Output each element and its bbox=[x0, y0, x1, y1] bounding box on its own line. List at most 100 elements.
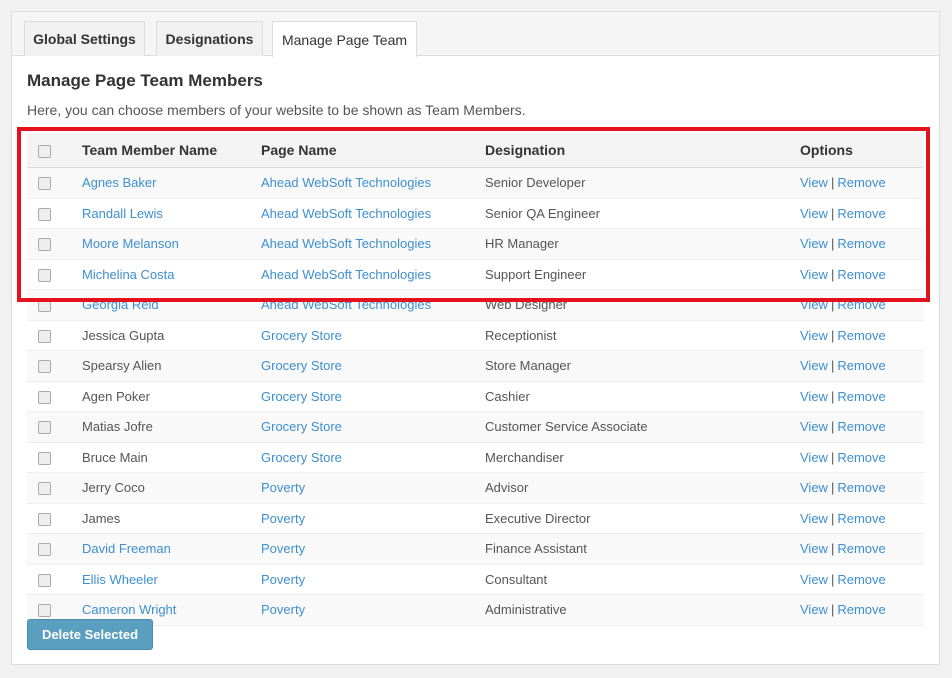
page-name-link[interactable]: Ahead WebSoft Technologies bbox=[261, 267, 431, 282]
view-link[interactable]: View bbox=[800, 206, 828, 221]
page-name-link[interactable]: Ahead WebSoft Technologies bbox=[261, 175, 431, 190]
row-checkbox[interactable] bbox=[38, 604, 51, 618]
row-checkbox[interactable] bbox=[38, 268, 51, 282]
page-name-link[interactable]: Ahead WebSoft Technologies bbox=[261, 236, 431, 251]
table-row: Moore Melanson Ahead WebSoft Technologies… bbox=[27, 228, 924, 260]
view-link[interactable]: View bbox=[800, 175, 828, 190]
member-name-link[interactable]: Cameron Wright bbox=[82, 602, 176, 617]
view-link[interactable]: View bbox=[800, 511, 828, 526]
remove-link[interactable]: Remove bbox=[837, 297, 885, 312]
row-select-cell[interactable] bbox=[27, 503, 82, 534]
view-link[interactable]: View bbox=[800, 541, 828, 556]
page-name-link[interactable]: Poverty bbox=[261, 511, 305, 526]
name-cell: James bbox=[82, 503, 261, 534]
row-select-cell[interactable] bbox=[27, 198, 82, 229]
page-name-link[interactable]: Poverty bbox=[261, 480, 305, 495]
member-name-link[interactable]: Georgia Reid bbox=[82, 297, 159, 312]
row-select-cell[interactable] bbox=[27, 472, 82, 504]
options-separator: | bbox=[830, 510, 835, 526]
member-name-link[interactable]: Agnes Baker bbox=[82, 175, 156, 190]
row-select-cell[interactable] bbox=[27, 259, 82, 290]
member-name-link[interactable]: Ellis Wheeler bbox=[82, 572, 158, 587]
member-name-link[interactable]: Randall Lewis bbox=[82, 206, 163, 221]
delete-selected-button[interactable]: Delete Selected bbox=[27, 619, 153, 650]
view-link[interactable]: View bbox=[800, 236, 828, 251]
remove-link[interactable]: Remove bbox=[837, 541, 885, 556]
page-name-link[interactable]: Poverty bbox=[261, 602, 305, 617]
row-checkbox[interactable] bbox=[38, 421, 51, 435]
view-link[interactable]: View bbox=[800, 450, 828, 465]
row-checkbox[interactable] bbox=[38, 238, 51, 252]
row-checkbox[interactable] bbox=[38, 299, 51, 313]
row-checkbox[interactable] bbox=[38, 207, 51, 221]
page-name-link[interactable]: Ahead WebSoft Technologies bbox=[261, 297, 431, 312]
page-name-link[interactable]: Grocery Store bbox=[261, 389, 342, 404]
page-name-link[interactable]: Poverty bbox=[261, 541, 305, 556]
remove-link[interactable]: Remove bbox=[837, 328, 885, 343]
view-link[interactable]: View bbox=[800, 328, 828, 343]
view-link[interactable]: View bbox=[800, 389, 828, 404]
designation-cell: Senior Developer bbox=[485, 167, 800, 199]
remove-link[interactable]: Remove bbox=[837, 236, 885, 251]
row-checkbox[interactable] bbox=[38, 390, 51, 404]
remove-link[interactable]: Remove bbox=[837, 419, 885, 434]
header-select-all[interactable] bbox=[27, 133, 82, 168]
remove-link[interactable]: Remove bbox=[837, 511, 885, 526]
row-select-cell[interactable] bbox=[27, 533, 82, 565]
designation-cell: Merchandiser bbox=[485, 442, 800, 473]
options-cell: View | Remove bbox=[800, 411, 924, 443]
row-checkbox[interactable] bbox=[38, 451, 51, 465]
page-name-link[interactable]: Ahead WebSoft Technologies bbox=[261, 206, 431, 221]
remove-link[interactable]: Remove bbox=[837, 572, 885, 587]
view-link[interactable]: View bbox=[800, 267, 828, 282]
row-select-cell[interactable] bbox=[27, 228, 82, 260]
view-link[interactable]: View bbox=[800, 419, 828, 434]
tab-designations[interactable]: Designations bbox=[156, 21, 263, 56]
remove-link[interactable]: Remove bbox=[837, 175, 885, 190]
remove-link[interactable]: Remove bbox=[837, 358, 885, 373]
tab-global-settings[interactable]: Global Settings bbox=[24, 21, 145, 56]
remove-link[interactable]: Remove bbox=[837, 267, 885, 282]
view-link[interactable]: View bbox=[800, 480, 828, 495]
page-name-link[interactable]: Grocery Store bbox=[261, 450, 342, 465]
row-checkbox[interactable] bbox=[38, 329, 51, 343]
member-name-link[interactable]: David Freeman bbox=[82, 541, 171, 556]
page-cell: Grocery Store bbox=[261, 442, 485, 473]
page-name-link[interactable]: Grocery Store bbox=[261, 419, 342, 434]
select-all-checkbox[interactable] bbox=[38, 144, 51, 158]
page-name-link[interactable]: Grocery Store bbox=[261, 328, 342, 343]
row-checkbox[interactable] bbox=[38, 482, 51, 496]
member-name-link[interactable]: Michelina Costa bbox=[82, 267, 175, 282]
tab-manage-page-team[interactable]: Manage Page Team bbox=[272, 21, 417, 57]
remove-link[interactable]: Remove bbox=[837, 206, 885, 221]
row-select-cell[interactable] bbox=[27, 167, 82, 199]
row-select-cell[interactable] bbox=[27, 381, 82, 412]
row-checkbox[interactable] bbox=[38, 360, 51, 374]
view-link[interactable]: View bbox=[800, 297, 828, 312]
page-description: Here, you can choose members of your web… bbox=[27, 102, 526, 118]
member-name-link[interactable]: Moore Melanson bbox=[82, 236, 179, 251]
remove-link[interactable]: Remove bbox=[837, 450, 885, 465]
row-checkbox[interactable] bbox=[38, 543, 51, 557]
row-select-cell[interactable] bbox=[27, 350, 82, 382]
row-select-cell[interactable] bbox=[27, 320, 82, 351]
view-link[interactable]: View bbox=[800, 602, 828, 617]
table-row: Randall Lewis Ahead WebSoft Technologies S… bbox=[27, 198, 924, 229]
options-cell: View | Remove bbox=[800, 442, 924, 473]
row-select-cell[interactable] bbox=[27, 411, 82, 443]
row-checkbox[interactable] bbox=[38, 573, 51, 587]
page-cell: Poverty bbox=[261, 533, 485, 565]
remove-link[interactable]: Remove bbox=[837, 389, 885, 404]
remove-link[interactable]: Remove bbox=[837, 602, 885, 617]
page-cell: Poverty bbox=[261, 594, 485, 626]
row-select-cell[interactable] bbox=[27, 289, 82, 321]
remove-link[interactable]: Remove bbox=[837, 480, 885, 495]
row-select-cell[interactable] bbox=[27, 442, 82, 473]
row-checkbox[interactable] bbox=[38, 177, 51, 191]
row-select-cell[interactable] bbox=[27, 564, 82, 595]
row-checkbox[interactable] bbox=[38, 512, 51, 526]
page-name-link[interactable]: Poverty bbox=[261, 572, 305, 587]
view-link[interactable]: View bbox=[800, 572, 828, 587]
page-name-link[interactable]: Grocery Store bbox=[261, 358, 342, 373]
view-link[interactable]: View bbox=[800, 358, 828, 373]
